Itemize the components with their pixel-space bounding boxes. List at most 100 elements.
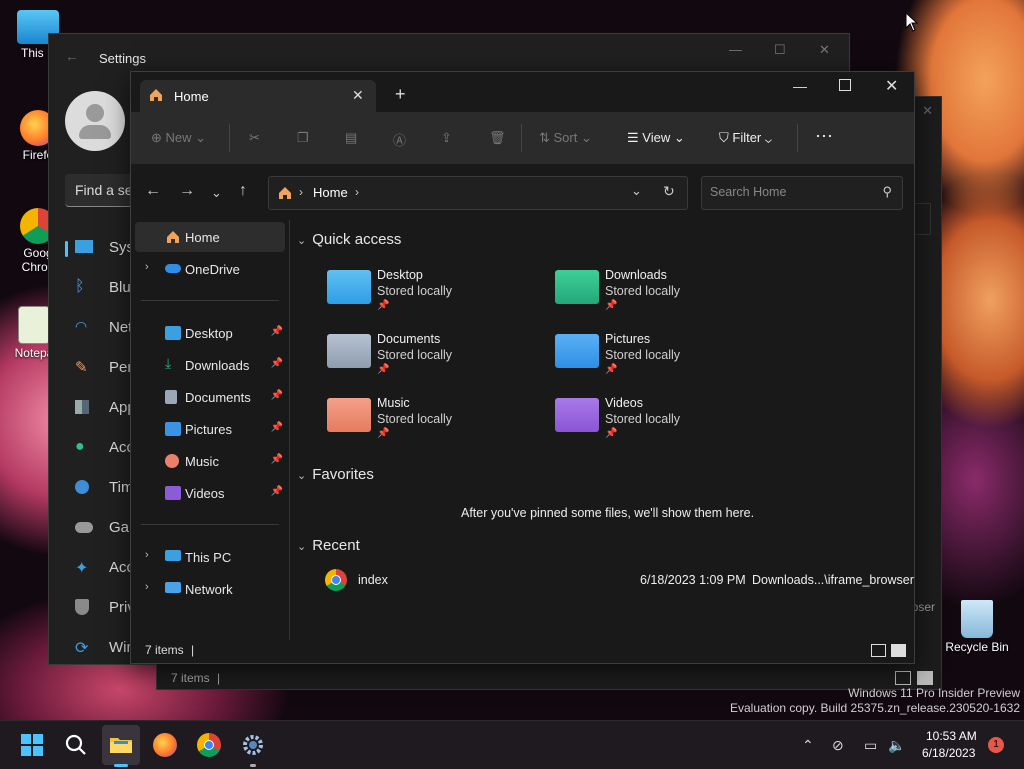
sidebar-label: Pictures — [185, 422, 232, 437]
paste-icon[interactable]: ▤ — [345, 130, 357, 146]
clock-time[interactable]: 10:53 AM — [926, 729, 977, 743]
file-explorer-icon[interactable] — [109, 733, 133, 757]
maximize-button[interactable]: ☐ — [774, 42, 786, 58]
rename-icon[interactable]: Ⓐ — [393, 130, 406, 149]
back-arrow-icon[interactable]: ← — [65, 48, 79, 64]
refresh-icon[interactable]: ↻ — [663, 183, 675, 200]
music-icon — [165, 454, 179, 468]
close-window-button[interactable]: ✕ — [885, 76, 898, 96]
back-arrow-icon[interactable]: ← — [145, 182, 161, 200]
new-tab-button[interactable]: + — [395, 84, 406, 105]
breadcrumb-separator: › — [355, 185, 359, 199]
tiles-view-icon[interactable] — [891, 644, 906, 657]
close-icon[interactable]: ✕ — [922, 103, 933, 119]
section-title: Favorites — [312, 466, 374, 483]
address-dropdown-icon[interactable]: ⌄ — [631, 183, 642, 199]
search-input[interactable]: Find a se — [65, 174, 135, 207]
document-icon — [165, 390, 177, 404]
start-button[interactable] — [20, 733, 44, 757]
quick-access-header[interactable]: ⌄ Quick access — [297, 231, 401, 248]
apps-icon — [75, 400, 89, 414]
maximize-button[interactable] — [839, 79, 851, 91]
new-button[interactable]: ⊕ New ⌄ — [151, 130, 206, 146]
sidebar-label: Music — [185, 454, 219, 469]
sort-button[interactable]: ⇅ Sort ⌄ — [539, 130, 592, 146]
sidebar-label: Desktop — [185, 326, 233, 341]
cut-icon[interactable]: ✂ — [249, 130, 260, 146]
desktop-icon-recycle-bin[interactable]: Recycle Bin — [942, 600, 1012, 654]
close-button[interactable]: ✕ — [819, 42, 830, 58]
pin-icon: 📌 — [377, 364, 390, 375]
notepad-icon — [18, 306, 50, 344]
sidebar-item-documents[interactable]: Documents 📌 — [135, 382, 285, 412]
item-status: Stored locally — [605, 284, 681, 298]
forward-arrow-icon[interactable]: → — [179, 182, 195, 200]
breadcrumb[interactable]: Home — [313, 185, 348, 200]
recent-locations-chevron-icon[interactable]: ⌄ — [211, 185, 222, 201]
volume-icon[interactable]: 🔈 — [888, 737, 905, 754]
desktop-folder-icon — [327, 270, 371, 304]
clock-date[interactable]: 6/18/2023 — [922, 746, 975, 760]
sidebar-label: Documents — [185, 390, 251, 405]
chrome-icon[interactable] — [197, 733, 221, 757]
sidebar-item-videos[interactable]: Videos 📌 — [135, 478, 285, 508]
sidebar-item-home[interactable]: Home — [135, 222, 285, 252]
quick-access-item-documents[interactable]: Documents Stored locally 📌 — [327, 328, 527, 384]
close-tab-icon[interactable]: ✕ — [352, 87, 364, 104]
quick-access-item-desktop[interactable]: Desktop Stored locally 📌 — [327, 264, 527, 320]
item-name: Videos — [605, 396, 643, 410]
tiles-view-icon[interactable] — [917, 671, 933, 685]
chevron-right-icon[interactable]: › — [145, 261, 149, 273]
quick-access-item-downloads[interactable]: Downloads Stored locally 📌 — [555, 264, 755, 320]
chevron-right-icon[interactable]: › — [145, 549, 149, 561]
chevron-right-icon[interactable]: › — [145, 581, 149, 593]
settings-gear-icon[interactable] — [241, 733, 265, 757]
recycle-bin-icon — [961, 600, 993, 638]
sidebar-item-network[interactable]: › Network — [135, 574, 285, 604]
network-disconnected-icon[interactable]: ⊘ — [832, 737, 844, 754]
show-hidden-icons-chevron-icon[interactable]: ⌃ — [802, 737, 814, 754]
file-explorer-window[interactable]: Home ✕ + — ✕ ⊕ New ⌄ ✂ ❐ ▤ Ⓐ ⇪ 🗑 ⇅ Sort … — [130, 71, 915, 664]
copy-icon[interactable]: ❐ — [297, 130, 309, 146]
recent-file-row[interactable]: index 6/18/2023 1:09 PM Downloads...\ifr… — [321, 568, 914, 594]
tab-home[interactable]: Home ✕ — [140, 80, 376, 112]
display-icon[interactable]: ▭ — [864, 737, 877, 754]
sidebar-item-pictures[interactable]: Pictures 📌 — [135, 414, 285, 444]
minimize-button[interactable]: — — [793, 78, 807, 94]
pane-divider[interactable] — [289, 220, 290, 640]
chevron-down-icon: ⌄ — [297, 235, 307, 247]
share-icon[interactable]: ⇪ — [441, 130, 452, 146]
view-label: View — [642, 130, 671, 145]
search-icon[interactable] — [64, 733, 88, 757]
sidebar-item-desktop[interactable]: Desktop 📌 — [135, 318, 285, 348]
active-app-indicator — [114, 764, 128, 767]
recent-header[interactable]: ⌄ Recent — [297, 537, 360, 554]
sidebar-item-music[interactable]: Music 📌 — [135, 446, 285, 476]
sidebar-item-downloads[interactable]: ⤓ Downloads 📌 — [135, 350, 285, 380]
sidebar-item-this-pc[interactable]: › This PC — [135, 542, 285, 572]
quick-access-item-videos[interactable]: Videos Stored locally 📌 — [555, 392, 755, 448]
filter-button[interactable]: ⛉ Filter ⌄ — [719, 130, 772, 146]
quick-access-item-music[interactable]: Music Stored locally 📌 — [327, 392, 527, 448]
up-arrow-icon[interactable]: ↑ — [239, 182, 247, 200]
sort-label: Sort — [553, 130, 578, 145]
item-name: Music — [377, 396, 410, 410]
search-input[interactable]: Search Home ⚲ — [701, 176, 903, 210]
firefox-icon[interactable] — [153, 733, 177, 757]
home-icon — [148, 87, 164, 103]
sidebar-item-onedrive[interactable]: › OneDrive — [135, 254, 285, 284]
details-view-icon[interactable] — [871, 644, 886, 657]
running-app-indicator — [250, 764, 256, 767]
more-options-icon[interactable]: ⋯ — [815, 126, 833, 147]
delete-icon[interactable]: 🗑 — [489, 130, 506, 146]
pin-icon: 📌 — [377, 300, 390, 311]
address-bar[interactable]: › Home › ⌄ ↻ — [268, 176, 688, 210]
notification-badge[interactable]: 1 — [988, 737, 1004, 753]
favorites-header[interactable]: ⌄ Favorites — [297, 466, 374, 483]
details-view-icon[interactable] — [895, 671, 911, 685]
pin-icon: 📌 — [270, 486, 283, 497]
quick-access-item-pictures[interactable]: Pictures Stored locally 📌 — [555, 328, 755, 384]
minimize-button[interactable]: — — [729, 42, 742, 57]
pin-icon: 📌 — [270, 454, 283, 465]
view-button[interactable]: ☰ View ⌄ — [627, 130, 685, 146]
